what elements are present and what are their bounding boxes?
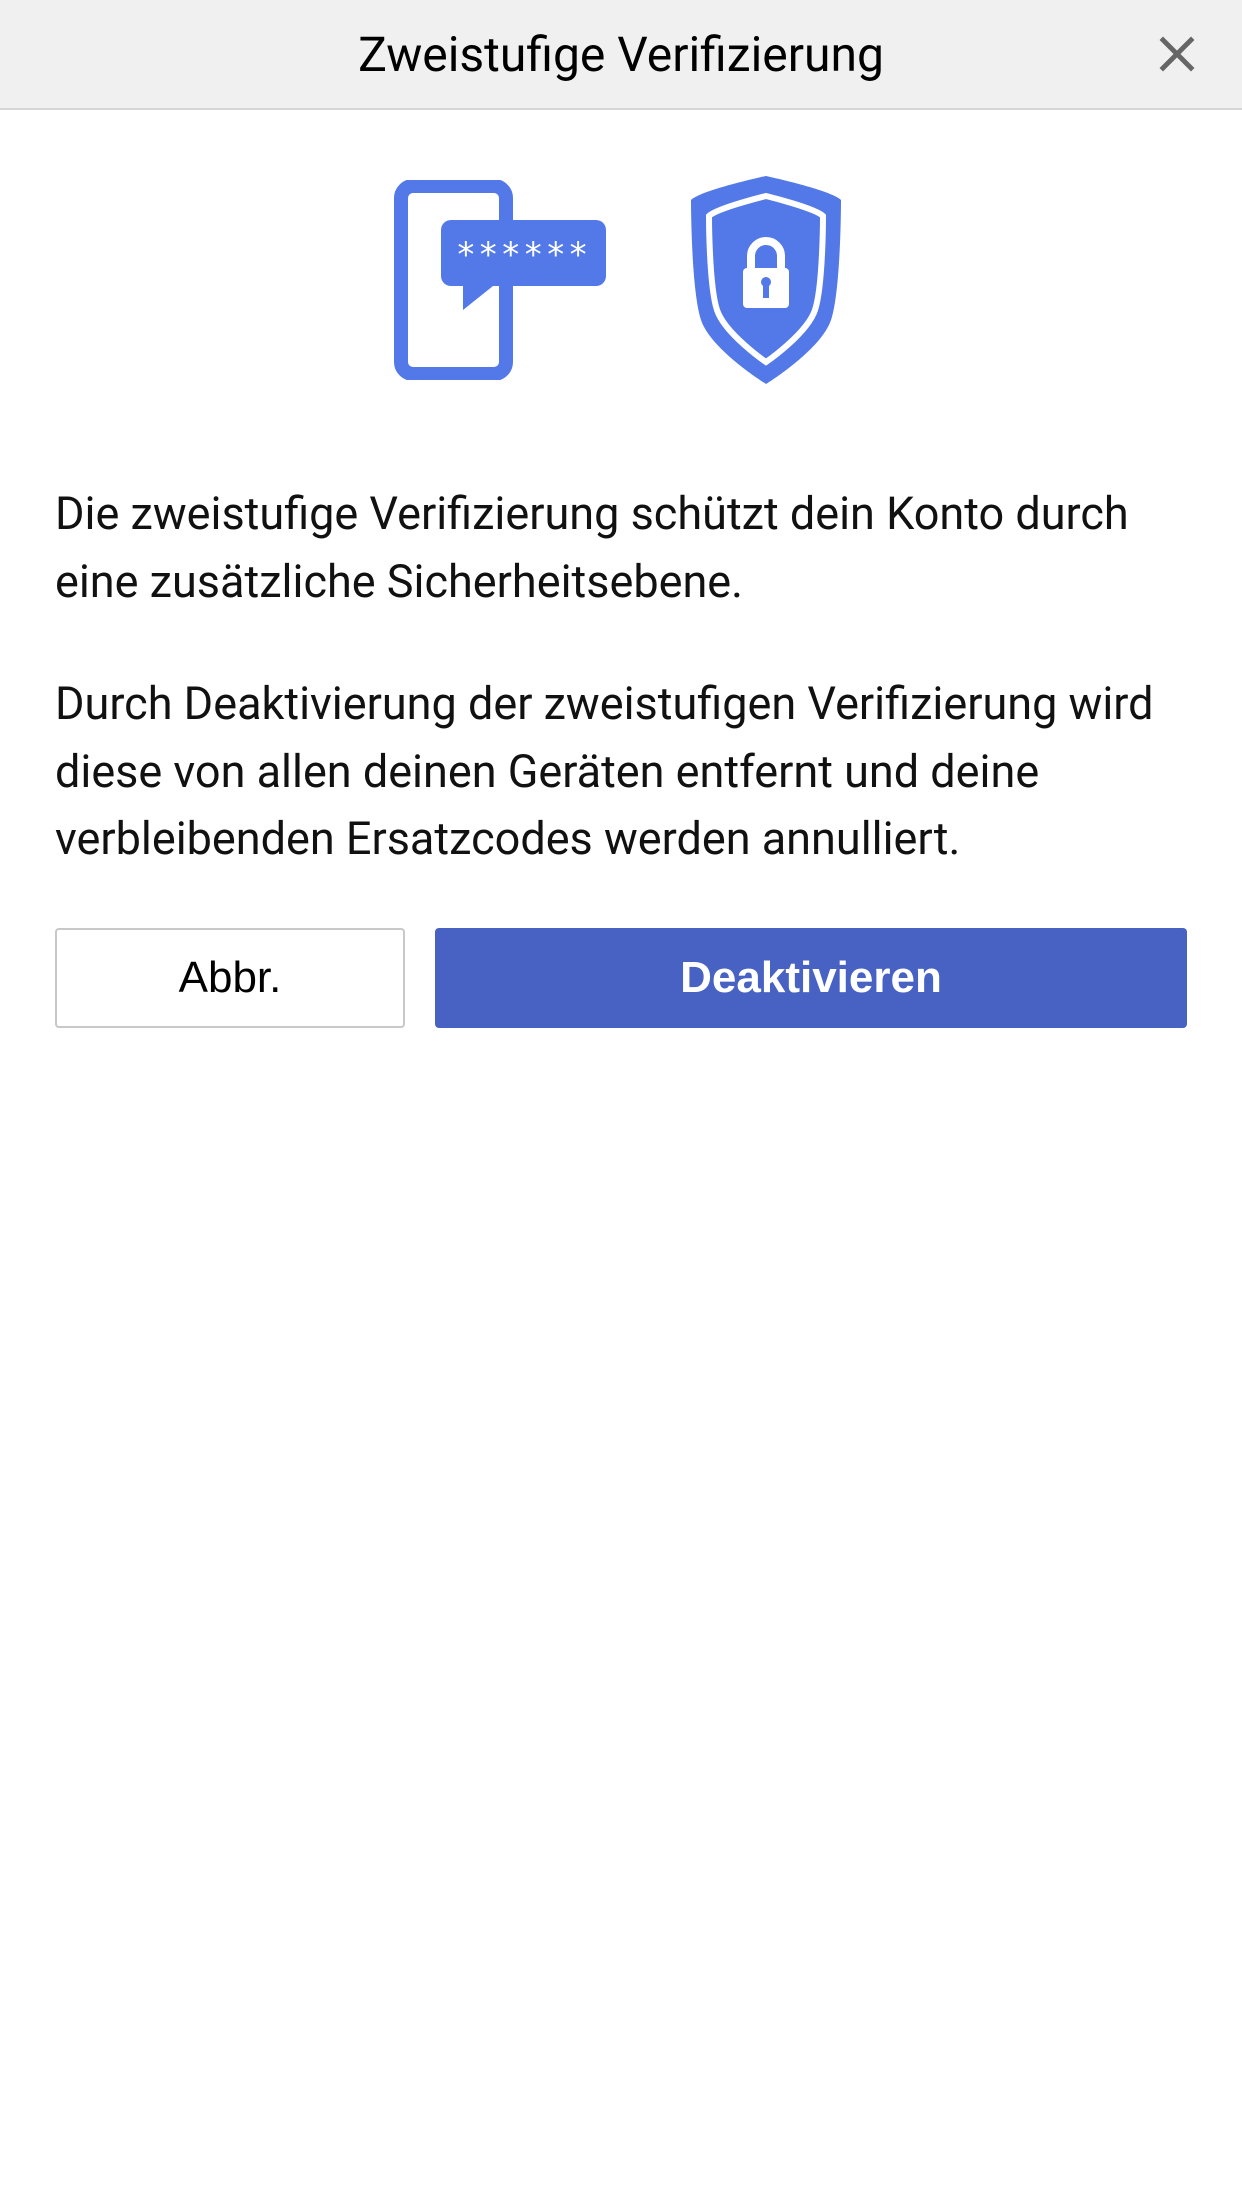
phone-code-icon: ******	[381, 180, 611, 380]
shield-lock-icon	[671, 170, 861, 390]
close-icon	[1156, 33, 1198, 75]
button-row: Abbr. Deaktivieren	[55, 928, 1187, 1028]
cancel-button[interactable]: Abbr.	[55, 928, 405, 1028]
dialog-title: Zweistufige Verifizierung	[358, 26, 884, 83]
dialog-content: ****** Die zweistufige Verifizierung sch…	[0, 110, 1242, 1078]
info-paragraph-2: Durch Deaktivierung der zweistufigen Ver…	[55, 670, 1187, 873]
svg-text:******: ******	[456, 235, 591, 275]
dialog-header: Zweistufige Verifizierung	[0, 0, 1242, 110]
deactivate-button[interactable]: Deaktivieren	[435, 928, 1187, 1028]
info-paragraph-1: Die zweistufige Verifizierung schützt de…	[55, 480, 1187, 615]
illustration-container: ******	[55, 170, 1187, 390]
close-button[interactable]	[1152, 29, 1202, 79]
